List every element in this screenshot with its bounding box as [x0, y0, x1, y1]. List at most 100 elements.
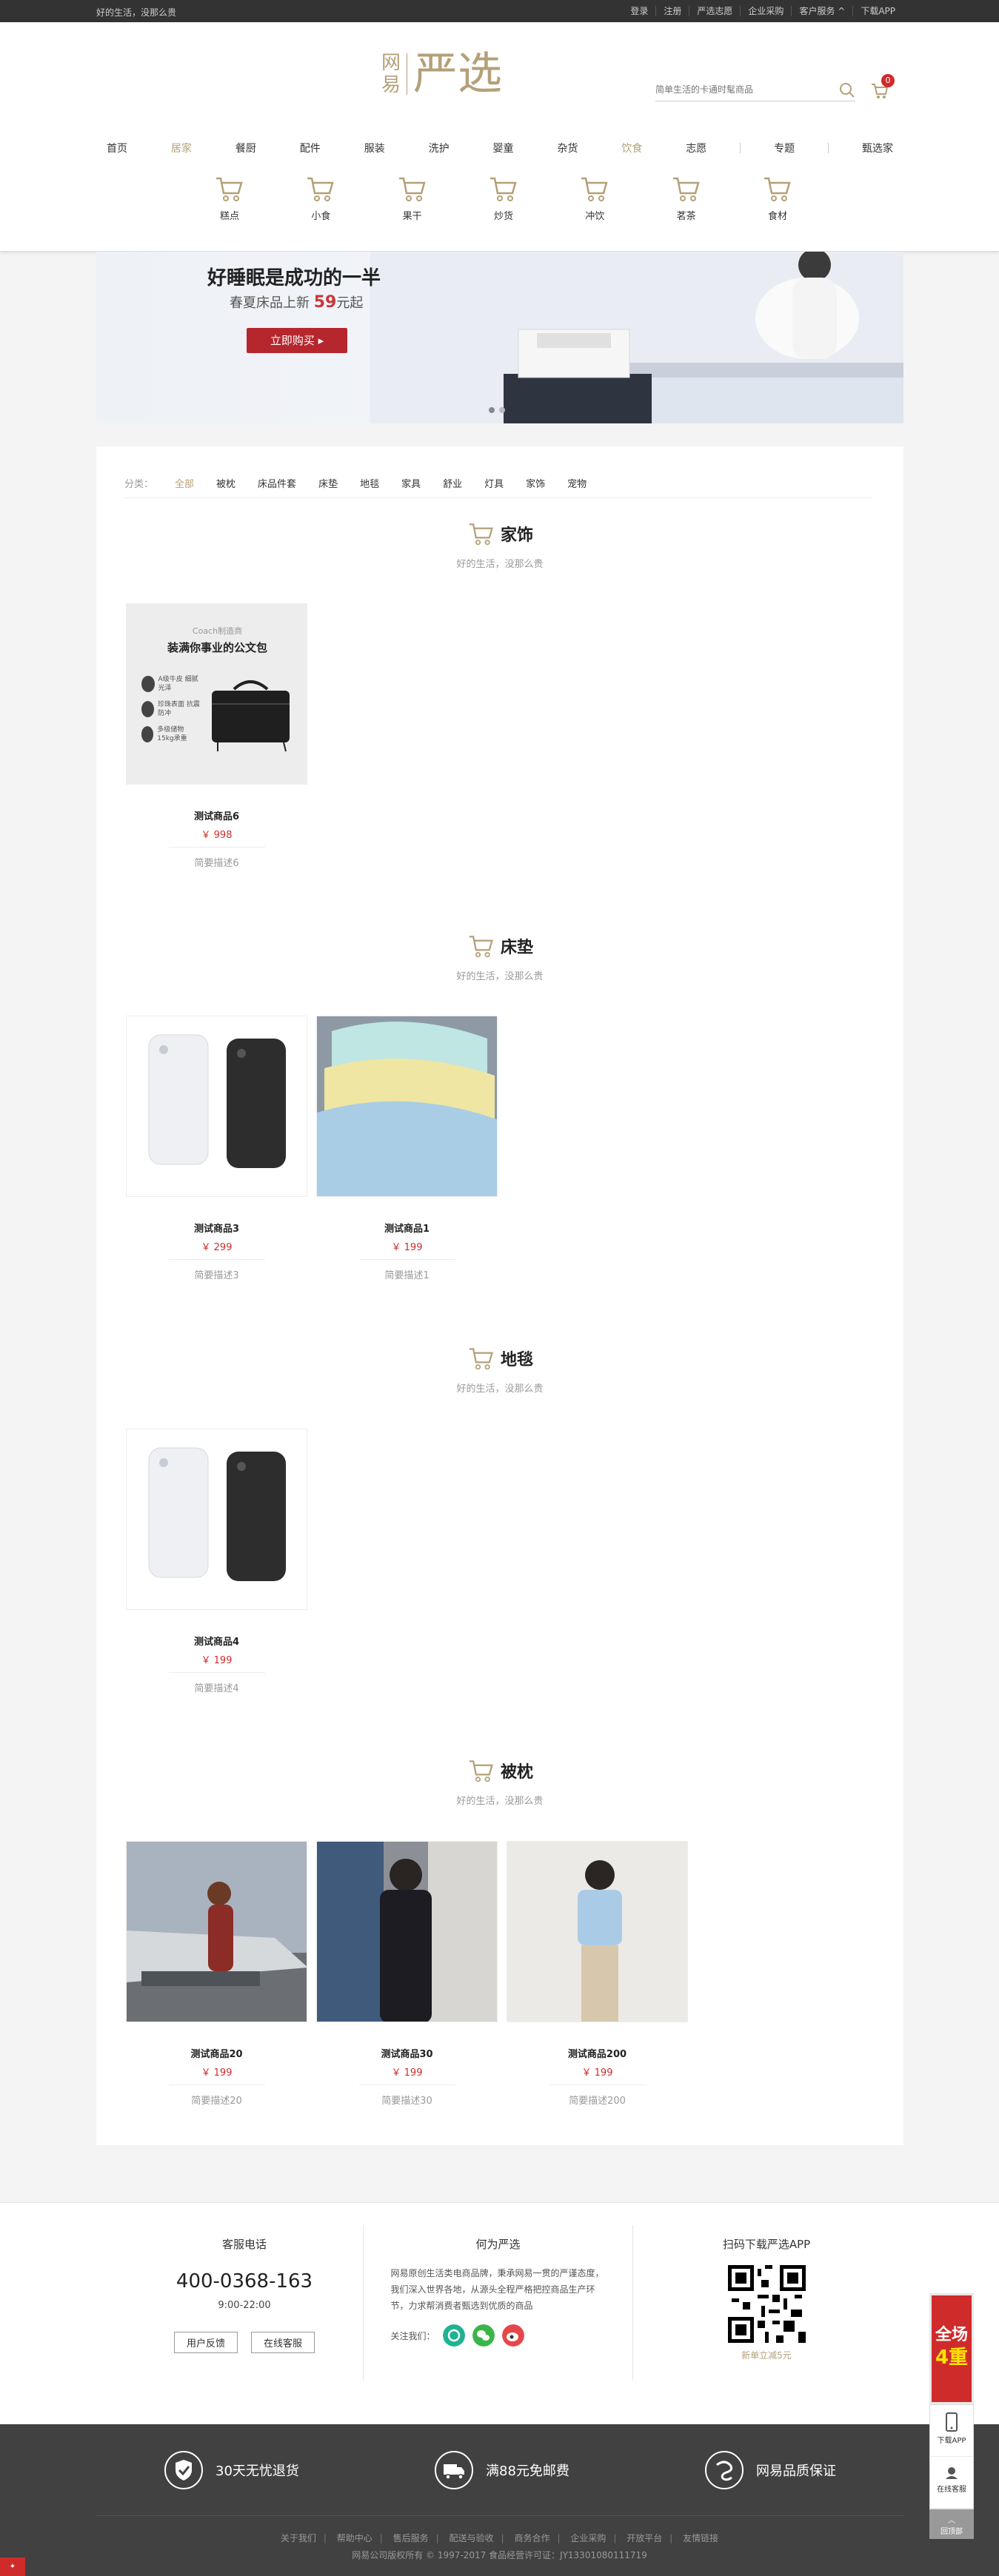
- nav-item-food[interactable]: 饮食: [611, 141, 652, 155]
- product-image[interactable]: [126, 1016, 307, 1197]
- side-download-app[interactable]: 下载APP: [930, 2405, 973, 2457]
- product-desc: 简要描述20: [191, 2096, 242, 2107]
- nav-item-sundries[interactable]: 杂货: [547, 141, 588, 155]
- promise-label: 网易品质保证: [755, 2463, 836, 2479]
- subnav-item-pastry[interactable]: 糕点: [200, 174, 259, 241]
- promo-text-1: 全场: [935, 2326, 968, 2344]
- product-image[interactable]: [126, 1841, 307, 2022]
- chevron-up-icon: ︿: [948, 2517, 955, 2525]
- nav-item-clothing[interactable]: 服装: [354, 141, 395, 155]
- register-link[interactable]: 注册: [655, 6, 689, 16]
- product-name[interactable]: 测试商品1: [316, 1221, 498, 1235]
- product-image[interactable]: [126, 1429, 307, 1610]
- feature-dot-icon: [141, 726, 154, 742]
- top-links: 登录 注册 严选志愿 企业采购 客户服务 ^ 下载APP: [623, 6, 903, 16]
- enterprise-link[interactable]: 企业采购: [740, 6, 791, 16]
- footer-app: 扫码下载严选APP 新单立减5元: [652, 2236, 881, 2361]
- subnav-item-dried-fruit[interactable]: 果干: [383, 174, 442, 241]
- tab-lighting[interactable]: 灯具: [484, 476, 504, 490]
- product-name[interactable]: 测试商品6: [126, 808, 307, 822]
- app-title: 扫码下载严选APP: [722, 2238, 811, 2251]
- product-card[interactable]: 测试商品200 ￥ 199 简要描述200: [507, 1841, 688, 2107]
- cart-icon: [490, 177, 517, 201]
- nav-separator: [828, 143, 829, 153]
- product-name[interactable]: 测试商品30: [316, 2046, 498, 2060]
- customer-service-link[interactable]: 客户服务 ^: [791, 6, 852, 16]
- tab-mattress[interactable]: 床垫: [318, 476, 338, 490]
- nav-item-kitchen[interactable]: 餐厨: [225, 141, 267, 155]
- footer-link[interactable]: 配送与验收: [450, 2533, 494, 2543]
- footer-link[interactable]: 企业采购: [570, 2533, 606, 2543]
- tab-comfort[interactable]: 舒业: [443, 476, 462, 490]
- product-card[interactable]: 测试商品30 ￥ 199 简要描述30: [316, 1841, 498, 2107]
- subnav-item-snack[interactable]: 小食: [291, 174, 350, 241]
- footer-link[interactable]: 开放平台: [627, 2533, 662, 2543]
- tab-carpet[interactable]: 地毯: [360, 476, 379, 490]
- wechat-icon[interactable]: [472, 2324, 495, 2347]
- tab-pillow[interactable]: 被枕: [216, 476, 235, 490]
- product-price: ￥ 199: [358, 1239, 455, 1260]
- tab-decor[interactable]: 家饰: [526, 476, 545, 490]
- nav-item-home[interactable]: 首页: [96, 141, 138, 155]
- subnav-item-ingredients[interactable]: 食材: [748, 174, 807, 241]
- carousel-dot[interactable]: [489, 407, 495, 413]
- top-bar: 好的生活，没那么贵 登录 注册 严选志愿 企业采购 客户服务 ^ 下载APP: [0, 0, 999, 22]
- product-card[interactable]: 测试商品20 ￥ 199 简要描述20: [126, 1841, 307, 2107]
- product-image[interactable]: Coach制造商 装满你事业的公文包 A级牛皮 细腻光泽 珍珠表面 抗震防冲 多…: [126, 603, 307, 785]
- tab-bedding-set[interactable]: 床品件套: [258, 476, 296, 490]
- product-name[interactable]: 测试商品200: [507, 2046, 688, 2060]
- download-app-link[interactable]: 下载APP: [852, 6, 903, 16]
- search-icon[interactable]: [839, 82, 855, 98]
- subnav-label: 冲饮: [585, 211, 605, 222]
- search-input[interactable]: [655, 79, 833, 100]
- tab-pets[interactable]: 宠物: [567, 476, 587, 490]
- corner-logo-icon[interactable]: ✦: [0, 2557, 25, 2576]
- weibo-icon[interactable]: [501, 2324, 524, 2347]
- goods-list: 测试商品3 ￥ 299 简要描述3 测试商品1 ￥ 199 简要描述1: [126, 1016, 498, 1281]
- nav-item-baby[interactable]: 婴童: [483, 141, 524, 155]
- footer-link[interactable]: 商务合作: [514, 2533, 549, 2543]
- footer-link[interactable]: 关于我们: [281, 2533, 316, 2543]
- nav-item-accessories[interactable]: 配件: [290, 141, 331, 155]
- product-image[interactable]: [507, 1841, 688, 2022]
- cart-icon: [469, 936, 493, 958]
- logo-text: 严选: [413, 48, 503, 100]
- volunteer-link[interactable]: 严选志愿: [689, 6, 740, 16]
- cart-count-badge: 0: [881, 74, 895, 87]
- nav-item-volunteer[interactable]: 志愿: [675, 141, 717, 155]
- buy-now-button[interactable]: 立即购买 ▸: [247, 328, 347, 353]
- product-card[interactable]: 测试商品3 ￥ 299 简要描述3: [126, 1016, 307, 1281]
- footer-link[interactable]: 帮助中心: [337, 2533, 372, 2543]
- product-name[interactable]: 测试商品20: [126, 2046, 307, 2060]
- subnav-item-drinks[interactable]: 冲饮: [565, 174, 624, 241]
- carousel-dot[interactable]: [499, 407, 505, 413]
- product-name[interactable]: 测试商品4: [126, 1634, 307, 1648]
- site-logo[interactable]: 网 易 严选: [381, 44, 522, 104]
- tab-furniture[interactable]: 家具: [401, 476, 421, 490]
- product-name[interactable]: 测试商品3: [126, 1221, 307, 1235]
- feedback-button[interactable]: 用户反馈: [173, 2332, 238, 2353]
- tab-all[interactable]: 全部: [175, 476, 194, 490]
- yixin-icon[interactable]: [442, 2324, 465, 2347]
- nav-item-care[interactable]: 洗护: [418, 141, 460, 155]
- side-online-service[interactable]: 在线客服: [930, 2457, 973, 2509]
- side-promo-banner[interactable]: 全场 4重: [929, 2293, 974, 2404]
- header: 网 易 严选 0 首页 居家 餐厨 配件 服装 洗护 婴童 杂货 饮食 志愿 专…: [0, 22, 999, 252]
- nav-item-topics[interactable]: 专题: [764, 141, 805, 155]
- nav-item-selection[interactable]: 甄选家: [852, 141, 903, 155]
- nav-item-home-living[interactable]: 居家: [161, 141, 202, 155]
- product-card[interactable]: Coach制造商 装满你事业的公文包 A级牛皮 细腻光泽 珍珠表面 抗震防冲 多…: [126, 603, 307, 869]
- hero-banner[interactable]: 好睡眠是成功的一半 春夏床品上新 59元起 立即购买 ▸: [96, 252, 903, 423]
- product-card[interactable]: 测试商品1 ￥ 199 简要描述1: [316, 1016, 498, 1281]
- footer-link[interactable]: 友情链接: [683, 2533, 718, 2543]
- back-to-top-button[interactable]: ︿ 回顶部: [929, 2509, 974, 2539]
- subnav-item-tea[interactable]: 茗茶: [657, 174, 716, 241]
- subnav-item-nuts[interactable]: 炒货: [474, 174, 533, 241]
- footer-link[interactable]: 售后服务: [393, 2533, 429, 2543]
- cart-icon: [469, 523, 493, 546]
- product-image[interactable]: [316, 1016, 498, 1197]
- login-link[interactable]: 登录: [623, 6, 655, 16]
- product-card[interactable]: 测试商品4 ￥ 199 简要描述4: [126, 1429, 307, 1694]
- online-service-button[interactable]: 在线客服: [251, 2332, 315, 2353]
- product-image[interactable]: [316, 1841, 498, 2022]
